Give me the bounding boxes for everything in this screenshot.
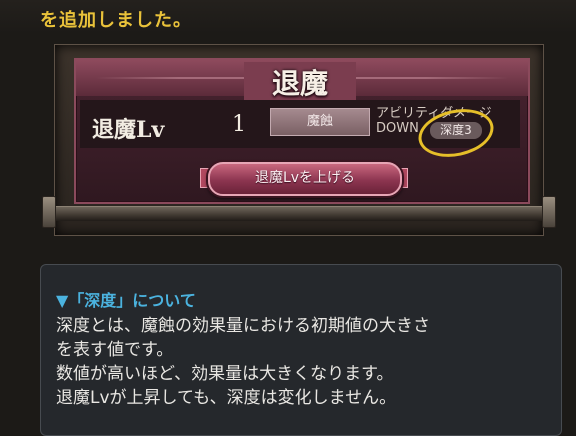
depth-info-line: を表す値です。: [56, 340, 174, 360]
exorcism-level-value: 1: [232, 112, 246, 137]
frame-rail-cap-right: [542, 196, 556, 228]
frame-rail-cap-left: [42, 196, 56, 228]
depth-info-line: 退魔Lvが上昇しても、深度は変化しません。: [56, 388, 397, 408]
panel-title: 退魔: [244, 62, 356, 102]
corrosion-tag: 魔蝕: [270, 108, 370, 136]
depth-info-line: 数値が高いほど、効果量は大きくなります。: [56, 364, 394, 384]
depth-info-line: 深度とは、魔蝕の効果量における初期値の大きさ: [56, 316, 430, 336]
frame-rail: [48, 206, 548, 221]
exorcism-level-label: 退魔Lv: [92, 117, 165, 143]
depth-info-heading: ▼「深度」について: [56, 291, 196, 310]
raise-exorcism-level-button[interactable]: 退魔Lvを上げる: [208, 162, 402, 196]
notice-text: を追加しました。: [40, 10, 192, 31]
